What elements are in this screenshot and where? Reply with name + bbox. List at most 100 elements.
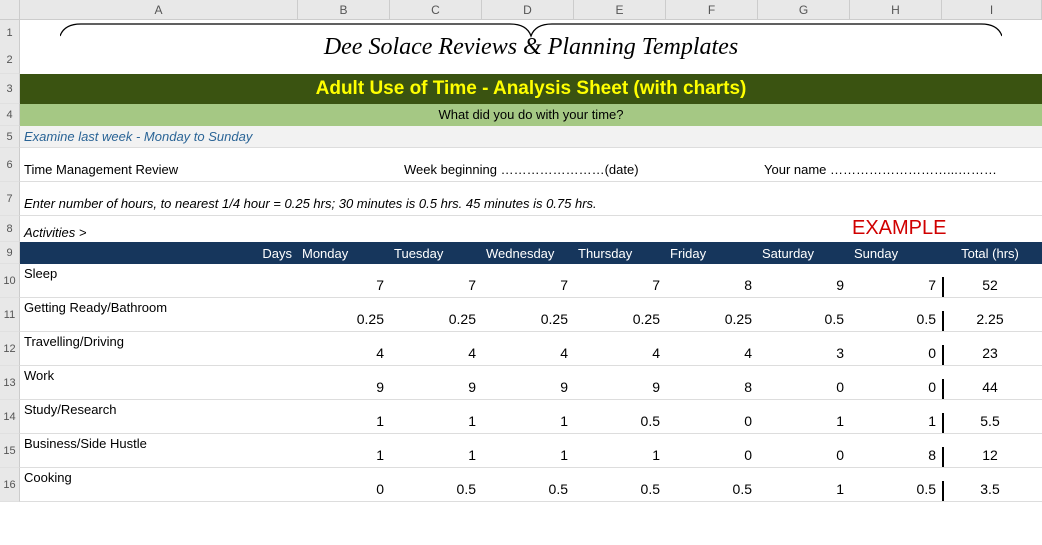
cell-value[interactable]: 0 — [298, 481, 390, 501]
col-header-d[interactable]: D — [482, 0, 574, 19]
col-header-e[interactable]: E — [574, 0, 666, 19]
cell-value[interactable]: 0 — [758, 379, 850, 399]
row-header-7[interactable]: 7 — [0, 182, 20, 216]
row-header-11[interactable]: 11 — [0, 298, 20, 332]
cell-value[interactable]: 1 — [482, 413, 574, 433]
cell-value[interactable]: 4 — [298, 345, 390, 365]
cell-value[interactable]: 9 — [574, 379, 666, 399]
cell-value[interactable]: 0.5 — [574, 413, 666, 433]
activity-label[interactable]: Study/Research — [20, 400, 298, 417]
cell-value[interactable]: 8 — [666, 379, 758, 399]
cell-value[interactable]: 1 — [758, 481, 850, 501]
activity-label[interactable]: Business/Side Hustle — [20, 434, 298, 451]
cell-value[interactable]: 7 — [390, 277, 482, 297]
row-header-15[interactable]: 15 — [0, 434, 20, 468]
cell-value[interactable]: 1 — [390, 413, 482, 433]
cell-value[interactable]: 0.5 — [390, 481, 482, 501]
cell-value[interactable]: 7 — [850, 277, 942, 297]
row-header-14[interactable]: 14 — [0, 400, 20, 434]
cell-value[interactable]: 0 — [666, 447, 758, 467]
brace-icon — [60, 20, 1002, 38]
total-value[interactable]: 52 — [942, 277, 1042, 297]
total-value[interactable]: 3.5 — [942, 481, 1042, 501]
table-row: 16Cooking00.50.50.50.510.53.5 — [0, 468, 1042, 502]
total-value[interactable]: 5.5 — [942, 413, 1042, 433]
cell-value[interactable]: 1 — [574, 447, 666, 467]
cell-value[interactable]: 1 — [850, 413, 942, 433]
cell-value[interactable]: 0.25 — [298, 311, 390, 331]
cell-value[interactable]: 0.25 — [666, 311, 758, 331]
total-header: Total (hrs) — [942, 246, 1042, 261]
cell-value[interactable]: 1 — [298, 413, 390, 433]
col-header-f[interactable]: F — [666, 0, 758, 19]
cell-value[interactable]: 7 — [298, 277, 390, 297]
cell-value[interactable]: 4 — [574, 345, 666, 365]
row-header-4[interactable]: 4 — [0, 104, 20, 126]
cell-value[interactable]: 3 — [758, 345, 850, 365]
row-header-9[interactable]: 9 — [0, 242, 20, 264]
cell-value[interactable]: 4 — [666, 345, 758, 365]
col-header-b[interactable]: B — [298, 0, 390, 19]
your-name-label: Your name ………………………...……… — [760, 162, 1042, 177]
cell-value[interactable]: 1 — [482, 447, 574, 467]
row-header-3[interactable]: 3 — [0, 74, 20, 104]
total-value[interactable]: 2.25 — [942, 311, 1042, 331]
cell-value[interactable]: 0.5 — [850, 311, 942, 331]
total-value[interactable]: 12 — [942, 447, 1042, 467]
activity-label[interactable]: Cooking — [20, 468, 298, 485]
cell-value[interactable]: 1 — [298, 447, 390, 467]
row-header-8[interactable]: 8 — [0, 216, 20, 242]
row-header-16[interactable]: 16 — [0, 468, 20, 502]
cell-value[interactable]: 0.25 — [482, 311, 574, 331]
day-monday: Monday — [298, 246, 390, 261]
row-header-2[interactable]: 2 — [6, 47, 12, 74]
day-thursday: Thursday — [574, 246, 666, 261]
examine-text: Examine last week - Monday to Sunday — [20, 126, 1042, 148]
cell-value[interactable]: 0.5 — [482, 481, 574, 501]
activities-label: Activities > — [20, 225, 842, 240]
row-header-12[interactable]: 12 — [0, 332, 20, 366]
col-header-a[interactable]: A — [20, 0, 298, 19]
total-value[interactable]: 44 — [942, 379, 1042, 399]
cell-value[interactable]: 0.5 — [574, 481, 666, 501]
cell-value[interactable]: 0 — [758, 447, 850, 467]
cell-value[interactable]: 0.25 — [574, 311, 666, 331]
row-header-13[interactable]: 13 — [0, 366, 20, 400]
cell-value[interactable]: 8 — [850, 447, 942, 467]
cell-value[interactable]: 8 — [666, 277, 758, 297]
cell-value[interactable]: 7 — [574, 277, 666, 297]
total-value[interactable]: 23 — [942, 345, 1042, 365]
cell-value[interactable]: 1 — [758, 413, 850, 433]
activity-label[interactable]: Work — [20, 366, 298, 383]
days-header: Days Monday Tuesday Wednesday Thursday F… — [20, 242, 1042, 264]
col-header-g[interactable]: G — [758, 0, 850, 19]
cell-value[interactable]: 0 — [850, 345, 942, 365]
cell-value[interactable]: 0.5 — [850, 481, 942, 501]
cell-value[interactable]: 0.25 — [390, 311, 482, 331]
cell-value[interactable]: 9 — [758, 277, 850, 297]
row-header-10[interactable]: 10 — [0, 264, 20, 298]
activity-label[interactable]: Travelling/Driving — [20, 332, 298, 349]
table-row: 10Sleep777789752 — [0, 264, 1042, 298]
col-header-c[interactable]: C — [390, 0, 482, 19]
row-header-6[interactable]: 6 — [0, 148, 20, 182]
cell-value[interactable]: 0.5 — [666, 481, 758, 501]
cell-value[interactable]: 4 — [482, 345, 574, 365]
cell-value[interactable]: 0.5 — [758, 311, 850, 331]
activity-label[interactable]: Getting Ready/Bathroom — [20, 298, 298, 315]
cell-value[interactable]: 9 — [298, 379, 390, 399]
col-header-i[interactable]: I — [942, 0, 1042, 19]
example-label: EXAMPLE — [842, 217, 1042, 240]
cell-value[interactable]: 0 — [666, 413, 758, 433]
row-header-5[interactable]: 5 — [0, 126, 20, 148]
cell-value[interactable]: 9 — [482, 379, 574, 399]
col-header-h[interactable]: H — [850, 0, 942, 19]
cell-value[interactable]: 7 — [482, 277, 574, 297]
cell-value[interactable]: 0 — [850, 379, 942, 399]
cell-value[interactable]: 9 — [390, 379, 482, 399]
table-row: 12Travelling/Driving444443023 — [0, 332, 1042, 366]
cell-value[interactable]: 4 — [390, 345, 482, 365]
activity-label[interactable]: Sleep — [20, 264, 298, 281]
cell-value[interactable]: 1 — [390, 447, 482, 467]
row-header-1[interactable]: 1 — [6, 20, 12, 47]
